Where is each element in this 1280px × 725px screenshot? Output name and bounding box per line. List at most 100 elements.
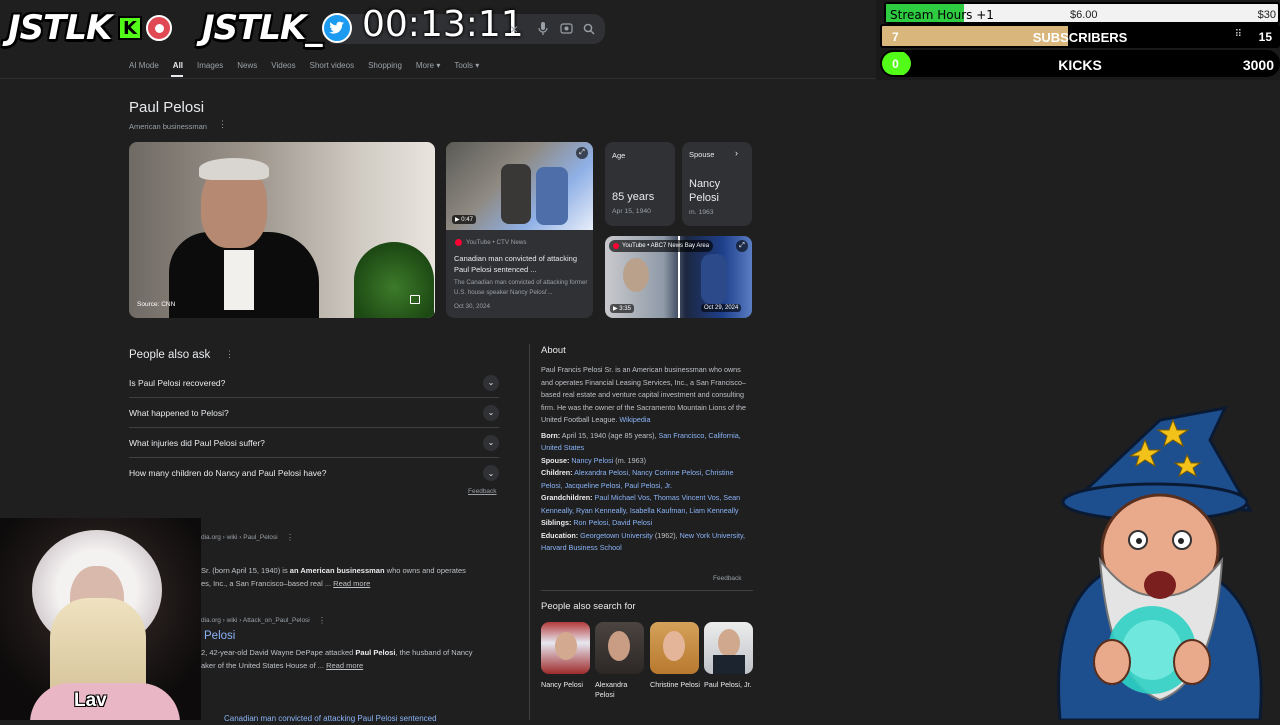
stream-hours-money: $6.00 xyxy=(1070,9,1098,21)
kicks-bar: 0 KICKS 3000 xyxy=(880,50,1280,77)
video2-duration: ▶ 3:35 xyxy=(610,304,634,313)
expand-icon[interactable]: ⤢ xyxy=(736,240,748,252)
person-thumb-nancy[interactable] xyxy=(541,622,590,674)
age-card[interactable]: Age 85 years Apr 15, 1940 xyxy=(605,142,675,226)
about-heading: About xyxy=(541,345,566,356)
search-icon[interactable] xyxy=(583,22,595,40)
suit xyxy=(713,655,745,674)
tab-ai-mode[interactable]: AI Mode xyxy=(129,61,159,70)
about-education: Education: Georgetown University (1962),… xyxy=(541,530,746,553)
thumbnail-figure xyxy=(501,164,531,224)
video-card-ctv[interactable]: ⤢ ▶ 0:47 YouTube • CTV News Canadian man… xyxy=(446,142,593,318)
person-name-alexandra[interactable]: Alexandra Pelosi xyxy=(595,680,647,699)
age-detail: Apr 15, 1940 xyxy=(612,208,651,215)
youtube-icon xyxy=(613,243,619,249)
kp-subtitle: American businessman xyxy=(129,122,207,131)
age-value: 85 years xyxy=(612,191,655,203)
age-label: Age xyxy=(612,151,626,160)
image-expand-icon[interactable] xyxy=(410,295,420,304)
tab-news[interactable]: News xyxy=(237,61,257,70)
jstlk-logo-twitter: JSTLK_ xyxy=(202,8,322,48)
expand-icon[interactable]: ⤢ xyxy=(576,147,588,159)
stream-hours-label: Stream Hours +1 xyxy=(890,8,994,22)
result-menu-icon[interactable]: ⋮ xyxy=(318,616,326,625)
video2-date: Oct 29, 2024 xyxy=(701,304,742,312)
person-name-nancy[interactable]: Nancy Pelosi xyxy=(541,680,593,690)
face xyxy=(663,631,685,661)
stream-hours-goal: $30 xyxy=(1257,9,1276,21)
tab-images[interactable]: Images xyxy=(197,61,223,70)
about-siblings: Siblings: Ron Pelosi, David Pelosi xyxy=(541,518,653,527)
tab-short-videos[interactable]: Short videos xyxy=(310,61,354,70)
tab-all[interactable]: All xyxy=(173,61,183,70)
paa-question[interactable]: How many children do Nancy and Paul Pelo… xyxy=(129,458,499,488)
paa-question[interactable]: Is Paul Pelosi recovered? ⌄ xyxy=(129,368,499,398)
read-more-link[interactable]: Read more xyxy=(333,579,370,588)
subscribers-label: SUBSCRIBERS xyxy=(1032,30,1128,45)
people-search-divider xyxy=(541,590,753,591)
chevron-down-icon: ⌄ xyxy=(483,465,499,481)
portrait-shirt xyxy=(224,250,254,310)
person-thumb-alexandra[interactable] xyxy=(595,622,644,674)
stream-hours-bar: Stream Hours +1 $6.00 $30 xyxy=(884,2,1280,24)
wikipedia-link[interactable]: Wikipedia xyxy=(619,415,650,424)
result1-url: dia.org › wiki › Paul_Pelosi xyxy=(201,534,278,541)
jstlk-logo-kick: JSTLK xyxy=(8,8,112,48)
paa-feedback[interactable]: Feedback xyxy=(468,488,497,495)
thumbnail-figure-2 xyxy=(536,167,568,225)
about-divider xyxy=(529,344,530,720)
paa-menu-icon[interactable]: ⋮ xyxy=(225,349,234,360)
kicks-label: KICKS xyxy=(1058,57,1102,73)
tab-tools[interactable]: Tools ▾ xyxy=(454,61,479,70)
result3-title[interactable]: Canadian man convicted of attacking Paul… xyxy=(224,714,437,724)
video2-source-pill: YouTube • ABC7 News Bay Area xyxy=(609,240,714,252)
result-menu-icon[interactable]: ⋮ xyxy=(286,533,294,542)
about-panel: About Paul Francis Pelosi Sr. is an Amer… xyxy=(541,345,753,555)
tabs-divider xyxy=(0,78,880,79)
person-name-christine[interactable]: Christine Pelosi xyxy=(650,680,702,690)
video-title[interactable]: Canadian man convicted of attacking Paul… xyxy=(454,253,588,275)
kp-main-image[interactable]: Source: CNN xyxy=(129,142,435,318)
tab-shopping[interactable]: Shopping xyxy=(368,61,402,70)
video-snippet: The Canadian man convicted of attacking … xyxy=(454,279,588,296)
person-name-paul-jr[interactable]: Paul Pelosi, Jr. xyxy=(704,680,756,690)
thumbnail-person xyxy=(623,258,649,292)
image-source-label: Source: CNN xyxy=(137,301,176,308)
kicks-goal: 3000 xyxy=(1242,57,1274,73)
grid-icon: ⠿ xyxy=(1234,29,1242,40)
chevron-down-icon: ⌄ xyxy=(483,404,499,421)
active-tab-underline xyxy=(171,75,183,77)
people-search-heading: People also search for xyxy=(541,601,636,612)
read-more-link[interactable]: Read more xyxy=(326,661,363,670)
paa-question[interactable]: What injuries did Paul Pelosi suffer? ⌄ xyxy=(129,428,499,458)
wizard-mascot-image xyxy=(1040,400,1280,722)
webcam-feed: Lav xyxy=(0,518,201,720)
about-spouse: Spouse: Nancy Pelosi (m. 1963) xyxy=(541,455,647,465)
result2-title[interactable]: Pelosi xyxy=(204,630,235,642)
subscribers-bar: 7 SUBSCRIBERS ⠿ 15 xyxy=(880,24,1280,48)
paa-question[interactable]: What happened to Pelosi? ⌄ xyxy=(129,398,499,428)
microphone-icon[interactable] xyxy=(538,22,548,40)
result2-url: dia.org › wiki › Attack_on_Paul_Pelosi xyxy=(201,617,310,624)
face xyxy=(608,631,630,661)
tab-more[interactable]: More ▾ xyxy=(416,61,440,70)
subscribers-goal: 15 xyxy=(1258,30,1272,44)
lens-icon[interactable] xyxy=(560,22,573,40)
about-grandchildren: Grandchildren: Paul Michael Vos, Thomas … xyxy=(541,493,741,515)
about-born: Born: April 15, 1940 (age 85 years), San… xyxy=(541,430,741,453)
result2-snippet: 2, 42-year-old David Wayne DePape attack… xyxy=(201,648,473,670)
portrait-hair xyxy=(199,158,269,180)
video-duration: ▶ 0:47 xyxy=(452,215,476,224)
spouse-card[interactable]: Spouse › Nancy Pelosi m. 1963 xyxy=(682,142,752,226)
chevron-down-icon: ⌄ xyxy=(483,434,499,451)
spouse-label: Spouse xyxy=(689,150,715,159)
kp-title: Paul Pelosi xyxy=(129,99,205,116)
about-feedback[interactable]: Feedback xyxy=(713,575,742,582)
person-thumb-paul-jr[interactable] xyxy=(704,622,753,674)
clear-search-icon[interactable]: × xyxy=(510,21,518,37)
tab-videos[interactable]: Videos xyxy=(271,61,295,70)
video-card-abc7[interactable]: YouTube • ABC7 News Bay Area ⤢ ▶ 3:35 Oc… xyxy=(605,236,752,318)
person-thumb-christine[interactable] xyxy=(650,622,699,674)
plant xyxy=(354,242,434,318)
kp-menu-icon[interactable]: ⋮ xyxy=(218,119,227,130)
